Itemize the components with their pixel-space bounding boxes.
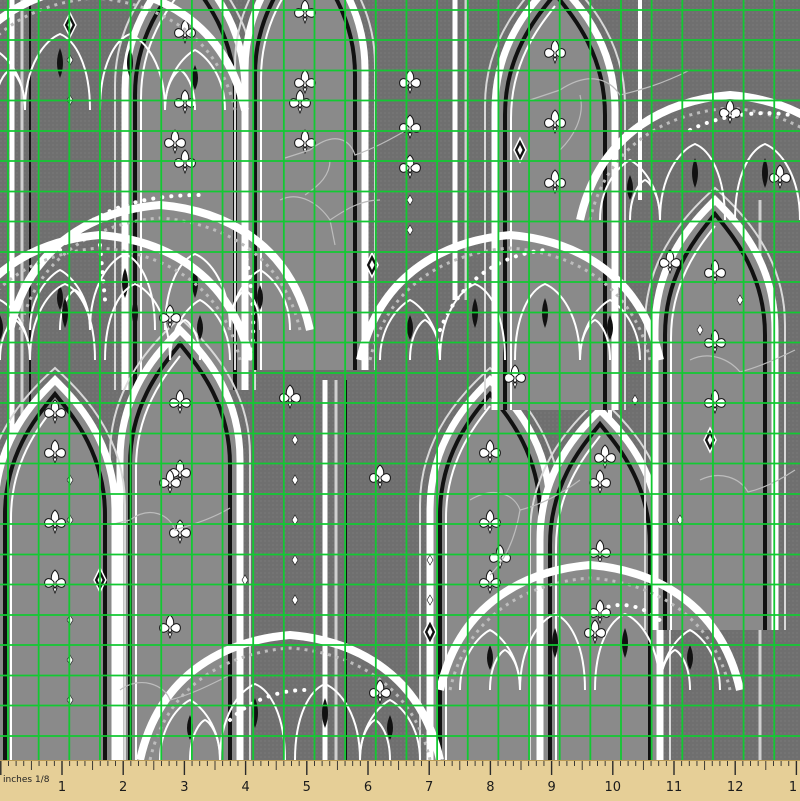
ruler-caption: inches 1/8	[3, 775, 50, 785]
ruler-label: 12	[727, 780, 744, 795]
ruler-label: 11	[666, 780, 683, 795]
ruler-label: 1	[58, 780, 66, 795]
ruler-label: 10	[605, 780, 622, 795]
fabric-swatch-view: 1 2 3 4 5 6 7 8 9 10 11 12 1 inches 1/8	[0, 0, 800, 801]
ruler-label: 2	[119, 780, 127, 795]
inch-ruler: 1 2 3 4 5 6 7 8 9 10 11 12 1 inches 1/8	[0, 760, 800, 801]
ruler-label: 9	[547, 780, 555, 795]
ruler-label: 5	[303, 780, 311, 795]
ruler-label: 7	[425, 780, 433, 795]
ruler-label: 8	[486, 780, 494, 795]
ruler-label: 3	[180, 780, 188, 795]
ruler-label: 1	[789, 780, 797, 795]
ruler-label: 4	[241, 780, 249, 795]
ruler-label: 6	[364, 780, 372, 795]
gothic-arch-pattern-image	[0, 0, 800, 760]
